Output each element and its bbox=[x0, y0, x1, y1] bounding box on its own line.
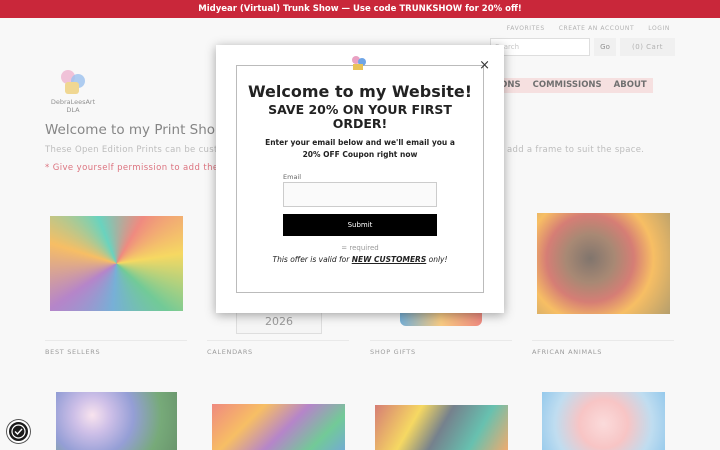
email-field[interactable] bbox=[283, 182, 437, 207]
modal-title: Welcome to my Website! bbox=[247, 82, 473, 101]
email-label: Email bbox=[283, 173, 302, 181]
modal-body-text: Enter your email below and we'll email y… bbox=[265, 138, 455, 159]
offer-note: This offer is valid for NEW CUSTOMERS on… bbox=[216, 255, 504, 264]
accessibility-icon[interactable] bbox=[7, 420, 30, 443]
close-icon[interactable]: × bbox=[479, 59, 490, 72]
promo-banner[interactable]: Midyear (Virtual) Trunk Show — Use code … bbox=[0, 0, 720, 18]
offer-emphasis: NEW CUSTOMERS bbox=[351, 255, 427, 264]
submit-button[interactable]: Submit bbox=[283, 214, 437, 236]
modal-subtitle: SAVE 20% ON YOUR FIRST ORDER! bbox=[268, 102, 452, 131]
offer-suffix: only! bbox=[426, 255, 448, 264]
required-note: = required bbox=[341, 244, 379, 252]
offer-prefix: This offer is valid for bbox=[272, 255, 352, 264]
modal-logo bbox=[349, 55, 371, 75]
